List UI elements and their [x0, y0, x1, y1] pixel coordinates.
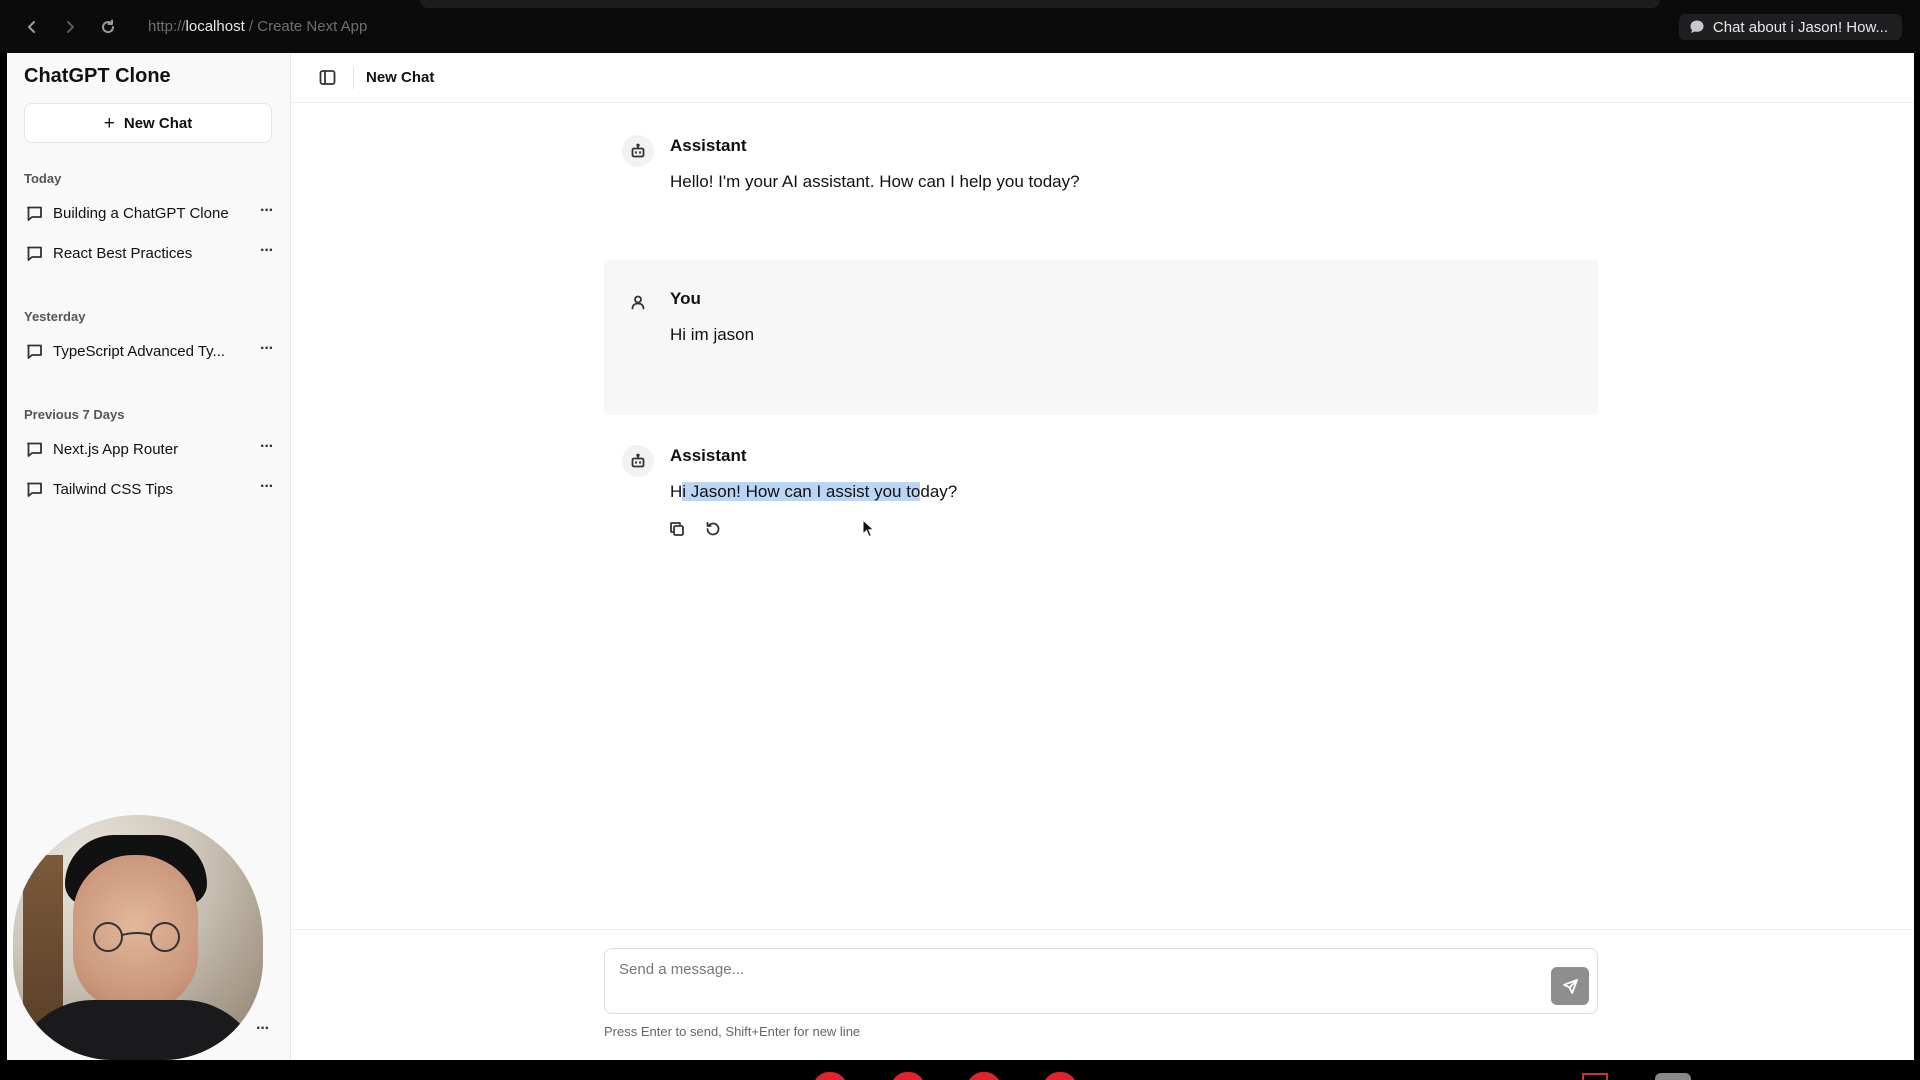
more-options-icon[interactable]: ···	[260, 203, 274, 219]
plus-icon: +	[103, 112, 115, 134]
chat-item[interactable]: Tailwind CSS Tips ···	[21, 472, 283, 506]
browser-tab[interactable]: Chat about i Jason! How...	[1678, 14, 1902, 40]
assistant-message: Assistant Hello! I'm your AI assistant. …	[604, 123, 1598, 243]
message-square-icon	[27, 482, 42, 497]
regenerate-icon[interactable]	[699, 515, 727, 543]
new-chat-button[interactable]: + New Chat	[24, 103, 272, 143]
message-text: Hello! I'm your AI assistant. How can I …	[670, 172, 1080, 191]
assistant-message: Assistant Hi Jason! How can I assist you…	[604, 433, 1598, 593]
browser-tab-strip	[420, 0, 1660, 8]
message-square-icon	[27, 344, 42, 359]
header-divider	[353, 66, 354, 89]
app-window: ChatGPT Clone + New Chat Today Building …	[7, 53, 1914, 1060]
section-label-previous-7-days: Previous 7 Days	[24, 407, 125, 422]
user-icon	[622, 286, 654, 318]
message-actions	[663, 515, 735, 543]
new-chat-label: New Chat	[123, 114, 193, 132]
browser-toolbar: http://localhost / Create Next App Chat …	[0, 0, 1920, 53]
message-square-icon	[27, 206, 42, 221]
app-title: ChatGPT Clone	[24, 65, 171, 87]
more-options-icon[interactable]: ···	[256, 1020, 270, 1038]
chat-item-label: TypeScript Advanced Ty...	[53, 342, 226, 360]
message-input[interactable]: Send a message...	[604, 948, 1598, 1014]
composer-hint: Press Enter to send, Shift+Enter for new…	[604, 1024, 861, 1039]
main-panel: New Chat Assistant Hello! I'm your AI as…	[291, 53, 1914, 1060]
composer-area: Send a message... Press Enter to send, S…	[291, 929, 1914, 1060]
address-bar[interactable]: http://localhost / Create Next App	[148, 18, 367, 35]
message-text: Hi im jason	[670, 325, 755, 344]
section-label-yesterday: Yesterday	[24, 309, 86, 324]
message-square-icon	[27, 442, 42, 457]
chat-item-label: Building a ChatGPT Clone	[53, 204, 229, 222]
message-sender: Assistant	[670, 136, 747, 155]
bot-icon	[622, 445, 654, 477]
chat-item[interactable]: Building a ChatGPT Clone ···	[21, 196, 283, 230]
user-message: You Hi im jason	[604, 260, 1598, 415]
message-square-icon	[27, 246, 42, 261]
url-scheme: http://	[148, 18, 186, 35]
sidebar: ChatGPT Clone + New Chat Today Building …	[7, 53, 291, 1060]
chat-item-label: Next.js App Router	[53, 440, 179, 458]
copy-icon[interactable]	[663, 515, 691, 543]
header: New Chat	[291, 53, 1914, 103]
dock-strip	[0, 1060, 1920, 1080]
more-options-icon[interactable]: ···	[260, 479, 274, 495]
more-options-icon[interactable]: ···	[260, 243, 274, 259]
section-label-today: Today	[24, 171, 62, 186]
selected-text: i Jason! How can I assist you to	[682, 482, 921, 501]
reload-icon[interactable]	[96, 15, 120, 39]
more-options-icon[interactable]: ···	[260, 341, 274, 357]
dock-app-icon[interactable]	[967, 1072, 1001, 1080]
message-input-placeholder: Send a message...	[619, 961, 745, 978]
chat-item[interactable]: TypeScript Advanced Ty... ···	[21, 334, 283, 368]
bot-icon	[622, 135, 654, 167]
dock-app-icon[interactable]	[1582, 1073, 1608, 1080]
message-text-part: H	[670, 482, 683, 501]
more-options-icon[interactable]: ···	[260, 439, 274, 455]
chat-item[interactable]: Next.js App Router ···	[21, 432, 283, 466]
url-host: localhost	[185, 18, 245, 35]
chat-item-label: React Best Practices	[53, 244, 193, 262]
glasses-shape	[93, 922, 180, 952]
page-title: New Chat	[366, 69, 435, 86]
webcam-overlay	[13, 815, 263, 1060]
dock-app-icon[interactable]	[813, 1072, 847, 1080]
message-text: Hi Jason! How can I assist you today?	[670, 482, 957, 502]
url-page-title: / Create Next App	[244, 18, 368, 35]
dock-app-icon[interactable]	[1655, 1073, 1691, 1080]
chat-item[interactable]: React Best Practices ···	[21, 236, 283, 270]
back-icon[interactable]	[20, 15, 44, 39]
send-button[interactable]	[1551, 967, 1589, 1005]
message-sender: You	[670, 289, 701, 308]
message-text-part: day?	[920, 482, 958, 501]
message-sender: Assistant	[670, 446, 747, 465]
chat-item-label: Tailwind CSS Tips	[53, 480, 174, 498]
chat-bubble-icon	[1690, 20, 1704, 33]
forward-icon[interactable]	[58, 15, 82, 39]
mouse-cursor-icon	[862, 519, 875, 538]
dock-app-icon[interactable]	[1043, 1072, 1077, 1080]
sidebar-toggle-icon[interactable]	[309, 60, 345, 96]
dock-app-icon[interactable]	[891, 1072, 925, 1080]
browser-tab-title: Chat about i Jason! How...	[1712, 18, 1888, 36]
send-icon	[1562, 978, 1578, 994]
